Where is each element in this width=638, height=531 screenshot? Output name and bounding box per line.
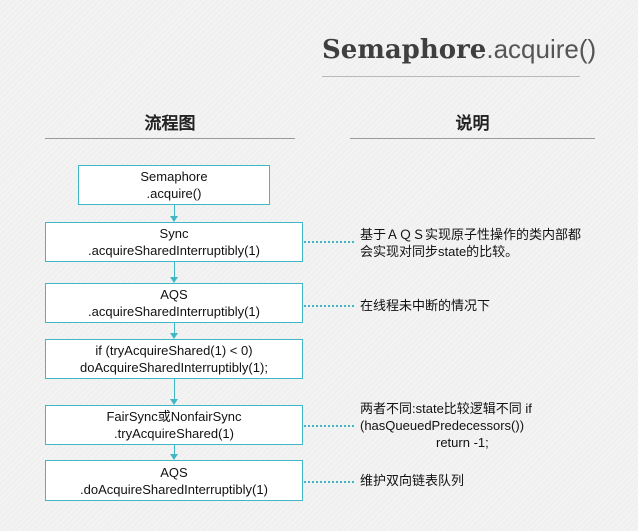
note-sync: 基于ＡＱＳ实现原子性操作的类内部都 会实现对同步state的比较。: [360, 226, 581, 260]
flowchart-column-divider: [45, 138, 295, 139]
flow-box-line2: .acquireSharedInterruptibly(1): [88, 304, 260, 319]
flow-box-line2: doAcquireSharedInterruptibly(1);: [80, 360, 268, 375]
notes-column-divider: [350, 138, 595, 139]
flow-box-line2: .doAcquireSharedInterruptibly(1): [80, 481, 268, 497]
flow-box-try-acquire-check: if (tryAcquireShared(1) < 0) doAcquireSh…: [45, 339, 303, 379]
note-line: (hasQueuedPredecessors()): [360, 418, 525, 433]
note-line: 会实现对同步state的比较。: [360, 244, 519, 259]
title-class-name: Semaphore: [322, 35, 487, 65]
title-method-name: .acquire(): [486, 34, 597, 64]
flow-box-line1: FairSync或NonfairSync: [106, 409, 242, 424]
flow-box-line2: .acquire(): [146, 186, 202, 201]
flow-box-aqs-acquire: AQS .acquireSharedInterruptibly(1): [45, 283, 303, 323]
flow-box-sync: Sync .acquireSharedInterruptibly(1): [45, 222, 303, 262]
flow-box-semaphore-acquire: Semaphore .acquire(): [78, 165, 270, 205]
note-connector: [304, 425, 354, 427]
note-connector: [304, 241, 354, 243]
note-aqs-acquire: 在线程未中断的情况下: [360, 297, 490, 314]
flow-box-line1: Sync: [159, 226, 189, 241]
flow-box-fair-nonfair-sync: FairSync或NonfairSync .tryAcquireShared(1…: [45, 405, 303, 445]
flow-box-line2: .acquireSharedInterruptibly(1): [88, 243, 260, 258]
note-line: return -1;: [436, 435, 489, 450]
note-line: 维护双向链表队列: [360, 473, 465, 488]
page-title: Semaphore.acquire(): [322, 34, 596, 65]
flow-box-line2: .tryAcquireShared(1): [114, 426, 234, 441]
flow-box-line1: if (tryAcquireShared(1) < 0): [95, 343, 253, 358]
note-do-acquire: 维护双向链表队列: [360, 472, 464, 489]
flowchart-column-heading: 流程图: [144, 114, 196, 134]
flow-box-line1: AQS: [160, 464, 188, 480]
background-pattern: [0, 0, 638, 531]
note-line: 两者不同:state比较逻辑不同 if: [360, 401, 532, 416]
note-line: 基于ＡＱＳ实现原子性操作的类内部都: [360, 227, 582, 242]
note-connector: [304, 481, 354, 483]
note-fair-nonfair: 两者不同:state比较逻辑不同 if (hasQueuedPredecesso…: [360, 400, 532, 451]
note-line: 在线程未中断的情况下: [360, 298, 491, 313]
flow-box-line1: AQS: [160, 287, 188, 302]
flow-box-aqs-do-acquire: AQS .doAcquireSharedInterruptibly(1): [45, 460, 303, 501]
notes-column-heading: 说明: [455, 114, 490, 134]
note-connector: [304, 305, 354, 307]
title-divider: [322, 76, 580, 77]
flow-box-line1: Semaphore: [140, 169, 208, 184]
